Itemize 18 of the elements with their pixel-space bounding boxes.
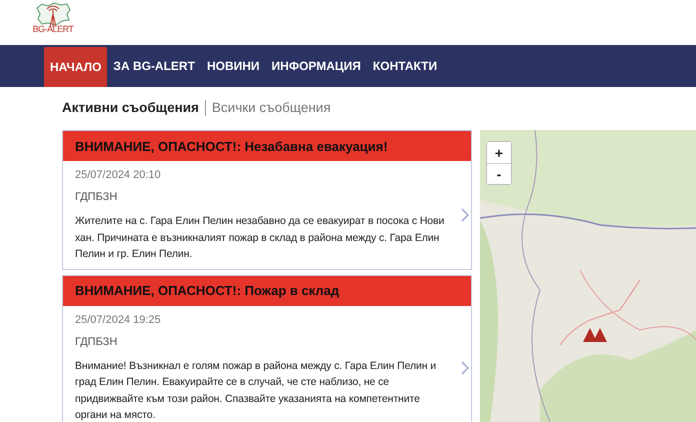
alert-title: ВНИМАНИЕ, ОПАСНОСТ!: Пожар в склад <box>63 276 471 306</box>
nav-link[interactable]: НАЧАЛО <box>44 47 108 87</box>
zoom-out-button[interactable]: - <box>487 163 511 184</box>
alert-source: ГДПБЗН <box>75 190 118 204</box>
alert-source: ГДПБЗН <box>75 334 118 348</box>
nav-link[interactable]: НОВИНИ <box>200 45 266 87</box>
message-tab[interactable]: Активни съобщения <box>62 100 199 115</box>
logo-text: BG-ALERT <box>32 24 74 34</box>
nav-link[interactable]: ЗА BG-ALERT <box>107 45 201 87</box>
alert-title: ВНИМАНИЕ, ОПАСНОСТ!: Незабавна евакуация! <box>63 131 471 161</box>
nav-link[interactable]: КОНТАКТИ <box>366 45 444 87</box>
nav-link[interactable]: ИНФОРМАЦИЯ <box>266 45 367 87</box>
alert-text: Жителите на с. Гара Елин Пелин незабавно да се евакуират в посока с Нови хан. Причината е възникналият пожар в склад в района между с. Гара Елин Пелин и гр. Елин Пелин. <box>75 214 446 262</box>
alert-date: 25/07/2024 20:10 <box>75 168 162 182</box>
alert-text: Внимание! Възникнал е голям пожар в района между с. Гара Елин Пелин и град Елин Пелин. Евакуирайте се в случай, че сте наблизо, не се придвижвайте към този район. Спазвайте указанията на компетентните органи на място. <box>75 358 438 422</box>
message-tab[interactable]: Всички съобщения <box>212 100 331 115</box>
alert-date: 25/07/2024 19:25 <box>75 312 162 326</box>
alert-body[interactable]: 25/07/2024 20:10 ГДПБЗН Жителите на с. Гара Елин Пелин незабавно да се евакуират в посока с Нови хан. Причината е възникналият пожар в склад в района между с. Гара Елин Пелин и гр. Елин Пелин. <box>63 161 471 268</box>
